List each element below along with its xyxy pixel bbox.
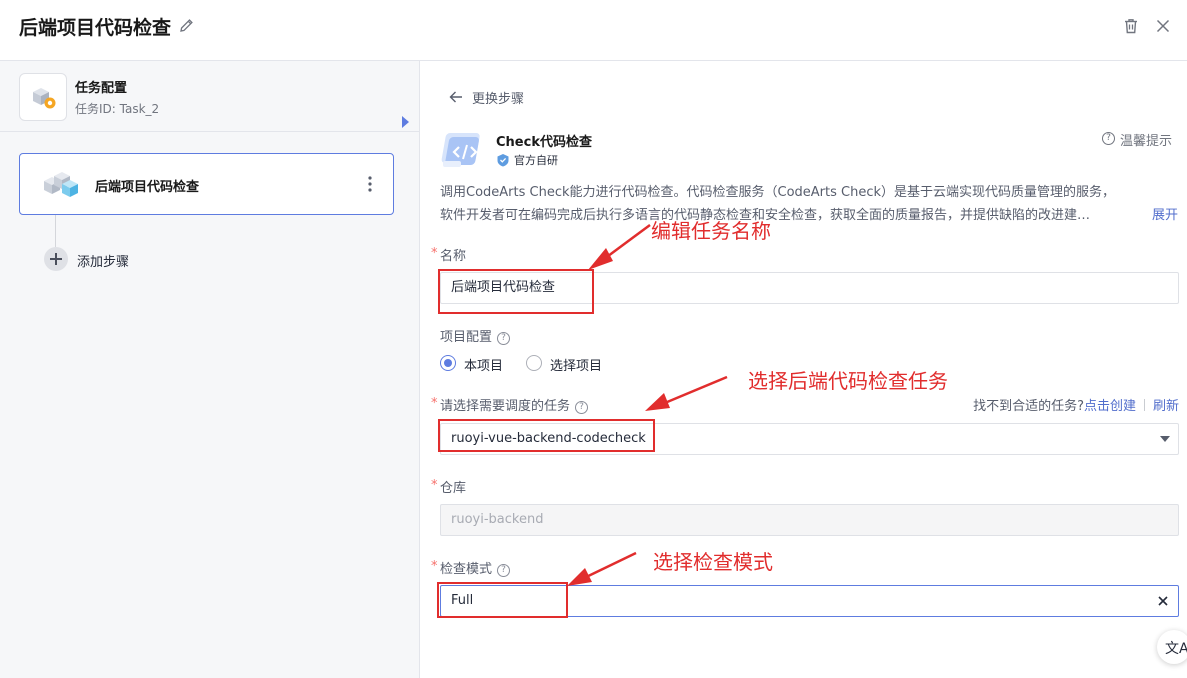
required-mark: * [431,246,438,261]
description-line-2: 软件开发者可在编码完成后执行多语言的代码静态检查和安全检查，获取全面的质量报告，… [440,208,1091,223]
help-icon[interactable]: ? [497,564,511,577]
radio-this-project-label: 本项目 [464,359,504,374]
add-step-label: 添加步骤 [77,255,130,270]
annotation-box-task [438,419,655,452]
step-card-code-check[interactable]: 后端项目代码检查 [19,153,394,215]
pencil-icon[interactable] [178,17,195,34]
step-connector [55,215,56,247]
translate-icon: 文A [1165,641,1187,657]
cubes-icon [44,172,78,197]
radio-select-project-label: 选择项目 [550,359,603,374]
repo-input: ruoyi-backend [440,504,1179,536]
task-hint: 找不到合适的任务?点击创建 刷新 [973,395,1179,414]
caret-down-icon [1160,436,1170,442]
required-mark: * [431,396,438,411]
gear-cube-icon [33,88,56,109]
annotation-select-task: 选择后端代码检查任务 [748,369,948,393]
annotation-edit-name: 编辑任务名称 [651,219,771,243]
task-id: 任务ID: Task_2 [75,102,160,116]
refresh-link[interactable]: 刷新 [1153,399,1179,414]
description-line-1: 调用CodeArts Check能力进行代码检查。代码检查服务（CodeArts… [440,185,1116,200]
required-mark: * [431,478,438,493]
plus-icon [44,247,68,271]
clear-icon[interactable] [1156,594,1170,608]
task-select-label: * 请选择需要调度的任务? [431,395,589,414]
radio-dot [526,355,542,371]
code-check-plugin-icon [441,133,480,167]
step-label: 后端项目代码检查 [95,180,200,195]
annotation-box-mode [437,582,568,618]
create-task-link[interactable]: 点击创建 [1084,399,1136,414]
change-step-label: 更换步骤 [472,92,525,107]
task-config-title: 任务配置 [75,81,128,96]
plugin-description: 调用CodeArts Check能力进行代码检查。代码检查服务（CodeArts… [440,181,1152,227]
selected-step-arrow-icon [402,116,409,128]
repo-label: * 仓库 [431,478,467,496]
drawer-header: 后端项目代码检查 [0,0,1187,61]
name-label: * 名称 [431,246,467,264]
arrow-left-icon [449,91,462,103]
trash-icon[interactable] [1122,17,1140,35]
page-title: 后端项目代码检查 [19,17,172,39]
annotation-box-name [438,269,594,314]
hint-separator [1143,399,1145,411]
question-icon: ? [1102,132,1115,145]
more-vertical-icon[interactable] [363,174,377,194]
plugin-name: Check代码检查 [496,135,592,150]
required-mark: * [431,559,438,574]
annotation-select-mode: 选择检查模式 [653,550,773,574]
official-label: 官方自研 [514,154,558,167]
left-panel: 任务配置 任务ID: Task_2 后端项目代码检查 添加步骤 [0,61,420,678]
task-avatar [19,73,67,121]
close-icon[interactable] [1155,18,1171,34]
task-config-header: 任务配置 任务ID: Task_2 [0,61,420,132]
project-config-label: 项目配置? [440,326,511,345]
help-icon[interactable]: ? [497,332,511,345]
translate-button[interactable]: 文A [1157,630,1187,664]
official-shield-icon [497,154,509,167]
help-icon[interactable]: ? [575,401,589,414]
check-mode-label: * 检查模式? [431,558,511,577]
radio-dot [440,355,456,371]
tips-label: 温馨提示 [1120,134,1173,149]
repo-input-value: ruoyi-backend [451,512,544,527]
expand-link[interactable]: 展开 [1152,204,1178,223]
hint-text: 找不到合适的任务? [973,399,1084,414]
